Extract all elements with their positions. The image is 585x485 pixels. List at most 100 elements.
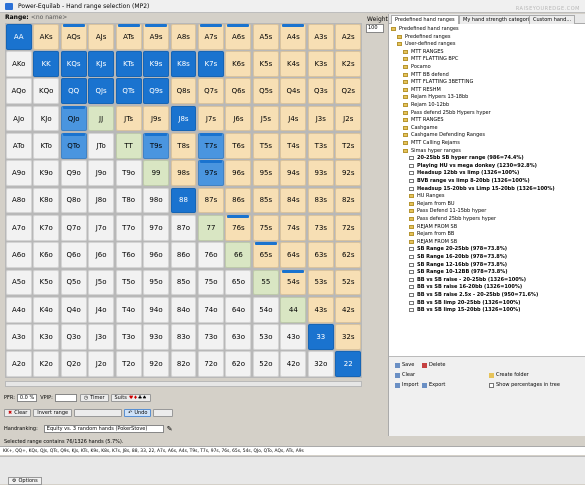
hand-cell-T6s[interactable]: T6s (225, 133, 252, 159)
tree-item[interactable]: Pocamo (403, 64, 431, 70)
hand-cell-Q4o[interactable]: Q4o (60, 296, 87, 323)
hand-cell-J5s[interactable]: J5s (252, 105, 279, 132)
hand-cell-J2o[interactable]: J2o (88, 351, 115, 378)
hand-cell-82s[interactable]: 82s (335, 187, 362, 214)
tree-item[interactable]: Playing HU vs mega donkey (1230=92.8%) (409, 163, 537, 169)
hand-cell-A9o[interactable]: A9o (5, 160, 32, 187)
hand-cell-K9s[interactable]: K9s (143, 51, 169, 77)
hand-cell-K8s[interactable]: K8s (170, 51, 197, 77)
hand-cell-96o[interactable]: 96o (143, 242, 169, 268)
tree-item[interactable]: Pass defend 25bb Hypers hyper (403, 110, 491, 116)
hand-cell-65s[interactable]: 65s (252, 242, 279, 268)
hand-cell-J4o[interactable]: J4o (88, 296, 115, 323)
tree-item[interactable]: 20-25bb SB hyper range (986=74.4%) (409, 155, 524, 161)
hand-cell-J2s[interactable]: J2s (335, 105, 362, 132)
hand-cell-K2o[interactable]: K2o (33, 351, 60, 378)
hand-cell-95s[interactable]: 95s (252, 160, 279, 187)
hand-cell-T4o[interactable]: T4o (115, 296, 142, 323)
hand-cell-62s[interactable]: 62s (335, 242, 362, 268)
hand-cell-96s[interactable]: 96s (225, 160, 252, 187)
hand-cell-K6o[interactable]: K6o (33, 242, 60, 268)
hand-cell-83s[interactable]: 83s (307, 187, 334, 214)
hand-cell-97o[interactable]: 97o (143, 214, 169, 241)
hand-cell-T4s[interactable]: T4s (280, 133, 307, 159)
hand-cell-73s[interactable]: 73s (307, 214, 334, 241)
tree-item[interactable]: Predefined hand ranges (391, 26, 459, 32)
hand-cell-97s[interactable]: 97s (198, 160, 224, 187)
hand-cell-JJ[interactable]: JJ (88, 105, 115, 132)
hand-cell-ATo[interactable]: ATo (5, 133, 32, 159)
hand-cell-74s[interactable]: 74s (280, 214, 307, 241)
hand-cell-AKo[interactable]: AKo (5, 51, 32, 77)
hand-cell-K2s[interactable]: K2s (335, 51, 362, 77)
tree-item[interactable]: Headsup 12bb vs limp (1326=100%) (409, 170, 519, 176)
hand-cell-J7s[interactable]: J7s (198, 105, 224, 132)
hand-cell-A4o[interactable]: A4o (5, 296, 32, 323)
hand-cell-J8o[interactable]: J8o (88, 187, 115, 214)
delete-button[interactable]: Delete (422, 361, 445, 369)
hand-cell-A8s[interactable]: A8s (170, 23, 197, 50)
tree-item[interactable]: Rejam from BB (409, 231, 454, 237)
hand-cell-A3o[interactable]: A3o (5, 324, 32, 350)
vpip-input[interactable] (54, 393, 77, 402)
hand-cell-Q8o[interactable]: Q8o (60, 187, 87, 214)
tree-item[interactable]: REJAM FROM SB (409, 224, 457, 230)
hand-cell-42o[interactable]: 42o (280, 351, 307, 378)
hand-cell-87o[interactable]: 87o (170, 214, 197, 241)
export-button[interactable]: Export (422, 381, 445, 389)
hand-cell-64o[interactable]: 64o (225, 296, 252, 323)
hand-cell-72s[interactable]: 72s (335, 214, 362, 241)
hand-cell-92o[interactable]: 92o (143, 351, 169, 378)
hand-cell-JTo[interactable]: JTo (88, 133, 115, 159)
hand-cell-T5s[interactable]: T5s (252, 133, 279, 159)
hand-cell-22[interactable]: 22 (335, 351, 362, 378)
tree-item[interactable]: SB Range 12-16bb (978=73.8%) (409, 262, 507, 268)
tree-item[interactable]: MTT RESHM (403, 87, 441, 93)
timer-button[interactable]: ◷ Timer (79, 393, 109, 402)
hand-cell-94o[interactable]: 94o (143, 296, 169, 323)
hand-cell-62o[interactable]: 62o (225, 351, 252, 378)
suits-button[interactable]: Suits ♥♦ ♣♠ (110, 393, 151, 402)
hand-cell-63s[interactable]: 63s (307, 242, 334, 268)
hand-cell-T7s[interactable]: T7s (198, 133, 224, 159)
hand-cell-Q6o[interactable]: Q6o (60, 242, 87, 268)
hand-list-text[interactable]: KK+, QQ+, KQs, QJs, QTs, Q9s, KJs, KTs, … (0, 446, 585, 455)
horizontal-scrollbar[interactable] (5, 381, 362, 387)
hand-cell-QTs[interactable]: QTs (115, 78, 142, 105)
edit-icon[interactable]: ✎ (167, 425, 173, 433)
tree-item[interactable]: HU Ranges (409, 193, 444, 199)
hand-cell-K9o[interactable]: K9o (33, 160, 60, 187)
hand-cell-Q5o[interactable]: Q5o (60, 269, 87, 296)
hand-cell-99[interactable]: 99 (143, 160, 169, 187)
hand-cell-86s[interactable]: 86s (225, 187, 252, 214)
hand-cell-54s[interactable]: 54s (280, 269, 307, 296)
hand-cell-K5o[interactable]: K5o (33, 269, 60, 296)
tab-custom[interactable]: Custom hand... (529, 15, 576, 24)
tree-item[interactable]: Cashgame Defending Ranges (403, 132, 485, 138)
hand-cell-82o[interactable]: 82o (170, 351, 197, 378)
hand-cell-K8o[interactable]: K8o (33, 187, 60, 214)
hand-cell-AJs[interactable]: AJs (88, 23, 115, 50)
blank-button-1[interactable] (74, 408, 123, 417)
hand-cell-J9s[interactable]: J9s (143, 105, 169, 132)
tree-item[interactable]: Rejam from BU (409, 201, 455, 207)
hand-cell-AKs[interactable]: AKs (33, 23, 60, 50)
hand-cell-44[interactable]: 44 (280, 296, 307, 323)
tree-item[interactable]: Simas hyper ranges (403, 148, 461, 154)
hand-cell-T9s[interactable]: T9s (143, 133, 169, 159)
hand-cell-86o[interactable]: 86o (170, 242, 197, 268)
hand-cell-KJo[interactable]: KJo (33, 105, 60, 132)
hand-cell-66[interactable]: 66 (225, 242, 252, 268)
hand-cell-Q3o[interactable]: Q3o (60, 324, 87, 350)
hand-cell-T3o[interactable]: T3o (115, 324, 142, 350)
hand-cell-J6s[interactable]: J6s (225, 105, 252, 132)
hand-cell-64s[interactable]: 64s (280, 242, 307, 268)
tree-item[interactable]: BB vs SB raise 16-20bb (1326=100%) (409, 284, 522, 290)
tree-item[interactable]: MTT RANGES (403, 49, 444, 55)
hand-cell-A5s[interactable]: A5s (252, 23, 279, 50)
hand-cell-KQs[interactable]: KQs (60, 51, 87, 77)
tree-item[interactable]: SB Range 16-20bb (978=73.8%) (409, 254, 507, 260)
hand-cell-T2o[interactable]: T2o (115, 351, 142, 378)
tree-item[interactable]: MTT Calling Rejams (403, 140, 460, 146)
hand-cell-76o[interactable]: 76o (198, 242, 224, 268)
